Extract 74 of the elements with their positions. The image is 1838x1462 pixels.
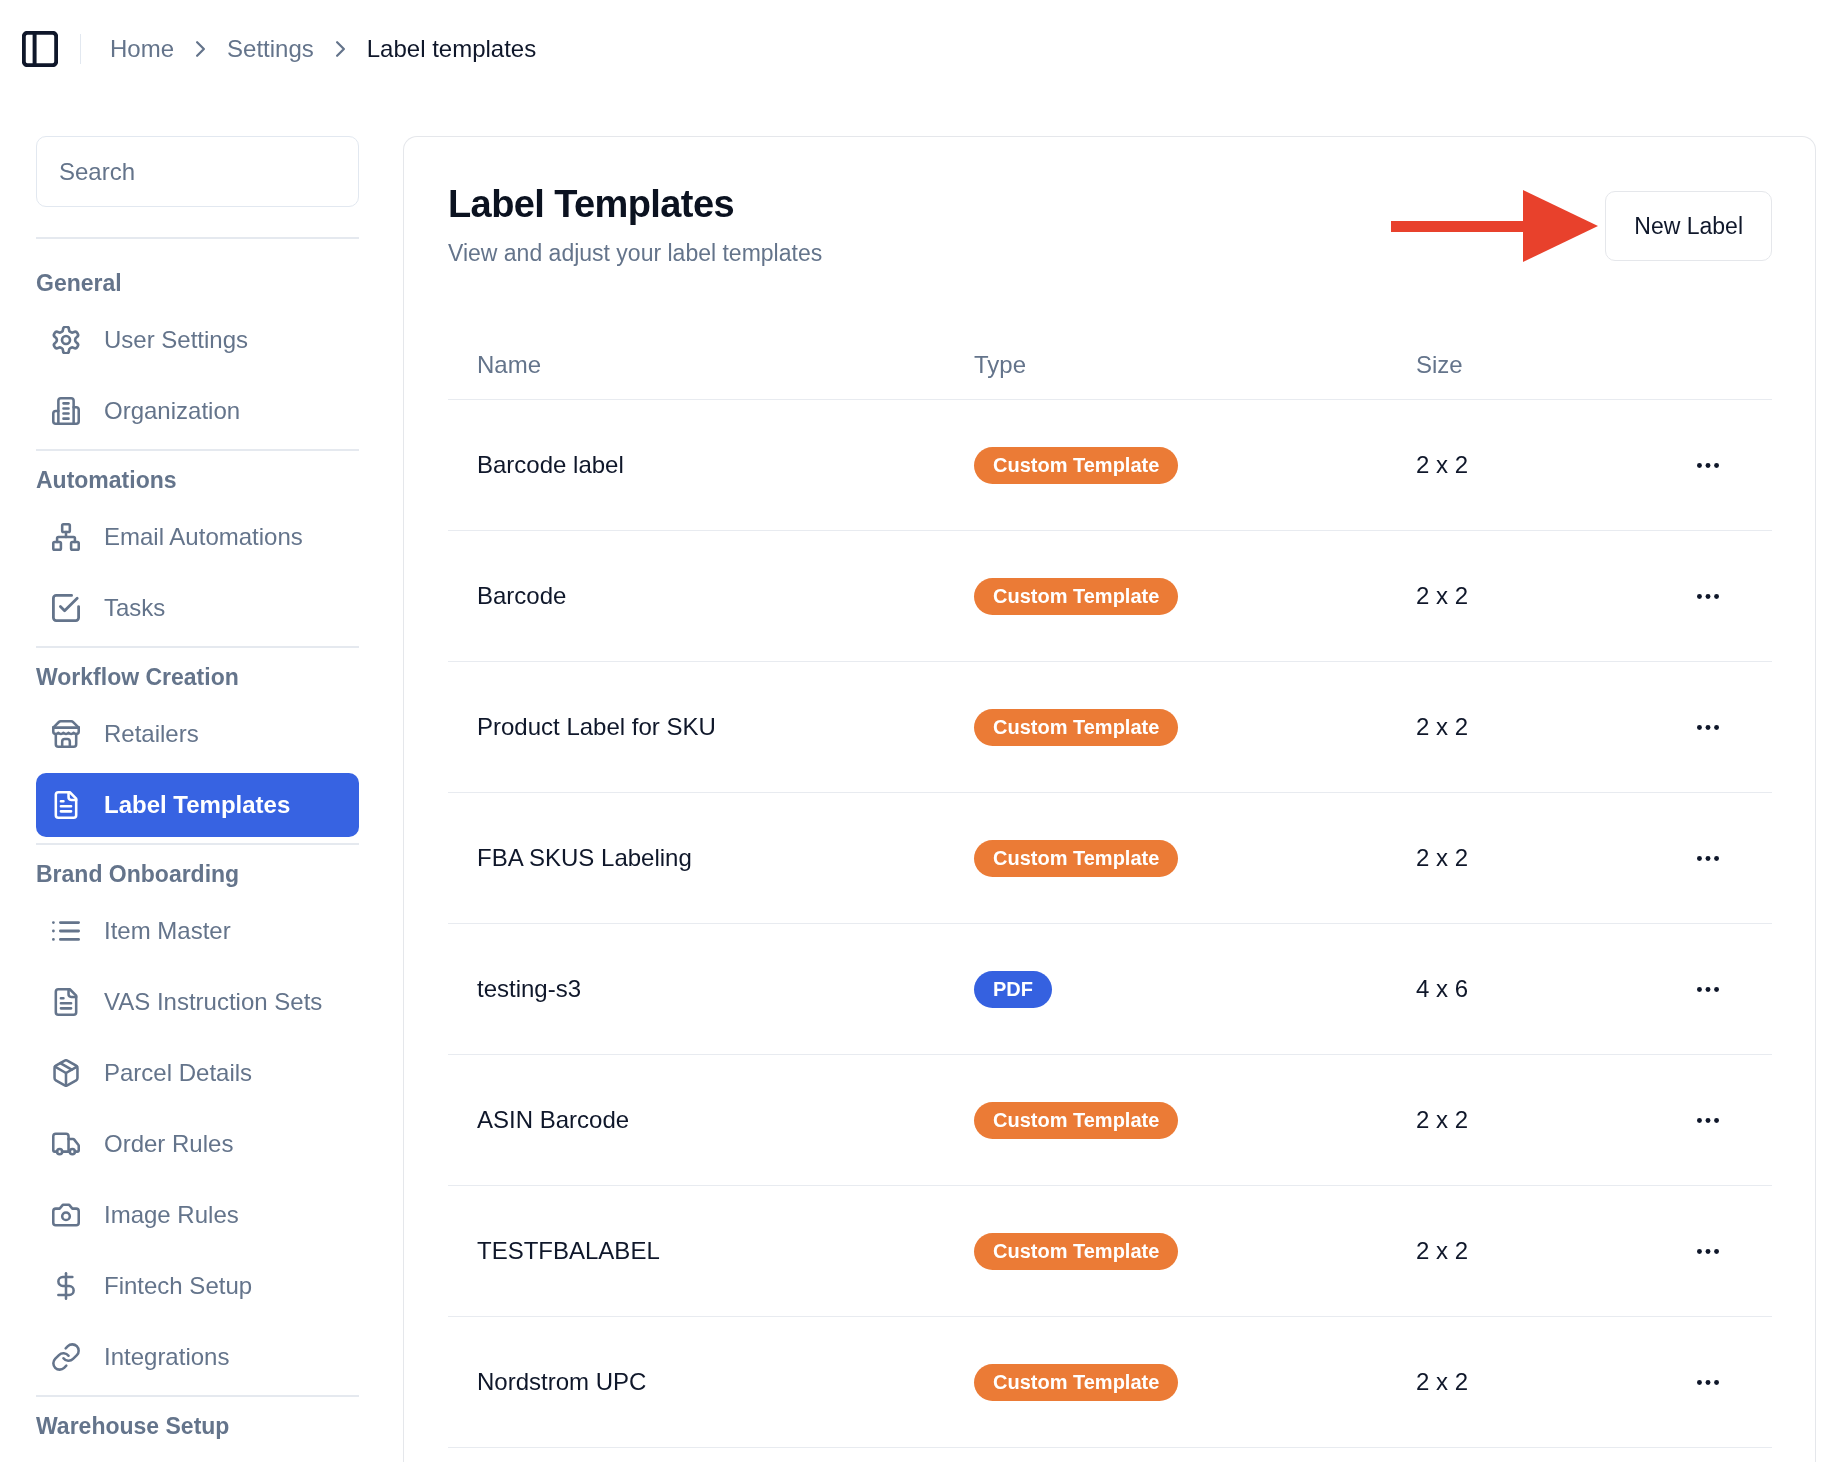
chevron-icon	[196, 41, 206, 57]
package-icon	[52, 1059, 80, 1087]
type-tag: Custom Template	[974, 708, 1179, 746]
type-tag: Custom Template	[974, 1232, 1179, 1270]
sidebar-item[interactable]: Order Rules	[36, 1112, 359, 1176]
type-tag: Custom Template	[974, 1101, 1179, 1139]
section-title: Workflow Creation	[36, 663, 240, 691]
column-header: Type	[973, 350, 1028, 379]
section-title: Brand Onboarding	[36, 860, 241, 888]
link-icon	[52, 1343, 80, 1371]
type-tag: PDF	[974, 970, 1052, 1008]
template-size: 2 x 2	[1416, 451, 1469, 478]
building-icon	[52, 397, 80, 425]
breadcrumb-link[interactable]: Home	[110, 35, 175, 63]
type-tag: Custom Template	[974, 839, 1179, 877]
sidebar-item[interactable]: Fintech Setup	[36, 1254, 359, 1318]
template-size: 2 x 2	[1416, 582, 1469, 609]
more-icon[interactable]	[1697, 1379, 1719, 1385]
document-icon	[52, 791, 80, 819]
more-icon[interactable]	[1697, 593, 1719, 599]
template-name: Barcode	[477, 582, 567, 609]
sitemap-icon	[52, 523, 80, 551]
template-name: testing-s3	[477, 975, 582, 1002]
template-size: 2 x 2	[1416, 1368, 1469, 1395]
type-tag: Custom Template	[974, 577, 1179, 615]
section-title: Warehouse Setup	[36, 1412, 231, 1440]
type-tag: Custom Template	[974, 446, 1179, 484]
breadcrumb-link[interactable]: Settings	[227, 35, 314, 63]
template-size: 2 x 2	[1416, 713, 1469, 740]
sidebar-item[interactable]: Item Master	[36, 899, 359, 963]
template-name: Product Label for SKU	[477, 713, 716, 740]
column-header: Size	[1415, 350, 1464, 379]
more-icon[interactable]	[1697, 986, 1719, 992]
more-icon[interactable]	[1697, 724, 1719, 730]
sidebar-toggle-icon[interactable]	[22, 31, 58, 67]
breadcrumb-current: Label templates	[366, 35, 537, 63]
sidebar-item[interactable]: Tasks	[36, 576, 359, 640]
template-name: Nordstrom UPC	[477, 1368, 647, 1395]
template-name: FBA SKUS Labeling	[477, 844, 692, 871]
more-icon[interactable]	[1697, 855, 1719, 861]
sidebar-item[interactable]: VAS Instruction Sets	[36, 970, 359, 1034]
more-icon[interactable]	[1697, 1248, 1719, 1254]
check-square-icon	[52, 594, 80, 622]
type-tag: Custom Template	[974, 1363, 1179, 1401]
sidebar-item[interactable]: Label Templates	[36, 773, 359, 837]
search-field[interactable]: Search	[36, 136, 359, 207]
sidebar-item[interactable]: User Settings	[36, 308, 359, 372]
sidebar-item[interactable]: Parcel Details	[36, 1041, 359, 1105]
more-icon[interactable]	[1697, 462, 1719, 468]
document-icon	[52, 988, 80, 1016]
template-name: ASIN Barcode	[477, 1106, 630, 1133]
storefront-icon	[52, 720, 80, 748]
template-size: 2 x 2	[1416, 1237, 1469, 1264]
section-title: Automations	[36, 466, 178, 494]
chevron-icon	[335, 41, 345, 57]
more-icon[interactable]	[1697, 1117, 1719, 1123]
sidebar-item[interactable]: Email Automations	[36, 505, 359, 569]
section-title: General	[36, 269, 123, 297]
gear-icon	[52, 326, 80, 354]
sidebar-item[interactable]: Retailers	[36, 702, 359, 766]
page-subtitle: View and adjust your label templates	[448, 239, 823, 267]
sidebar-item[interactable]: Organization	[36, 379, 359, 443]
template-size: 2 x 2	[1416, 844, 1469, 871]
template-name: Barcode label	[477, 451, 624, 478]
camera-icon	[52, 1201, 80, 1229]
template-name: TESTFBALABEL	[477, 1237, 660, 1264]
template-size: 4 x 6	[1416, 975, 1469, 1002]
sidebar-item[interactable]: Integrations	[36, 1325, 359, 1389]
new-label-button[interactable]: New Label	[1605, 191, 1772, 261]
sidebar-item[interactable]: Image Rules	[36, 1183, 359, 1247]
template-size: 2 x 2	[1416, 1106, 1469, 1133]
page-title: Label Templates	[448, 183, 735, 225]
column-header: Name	[476, 350, 543, 379]
truck-icon	[52, 1130, 80, 1158]
